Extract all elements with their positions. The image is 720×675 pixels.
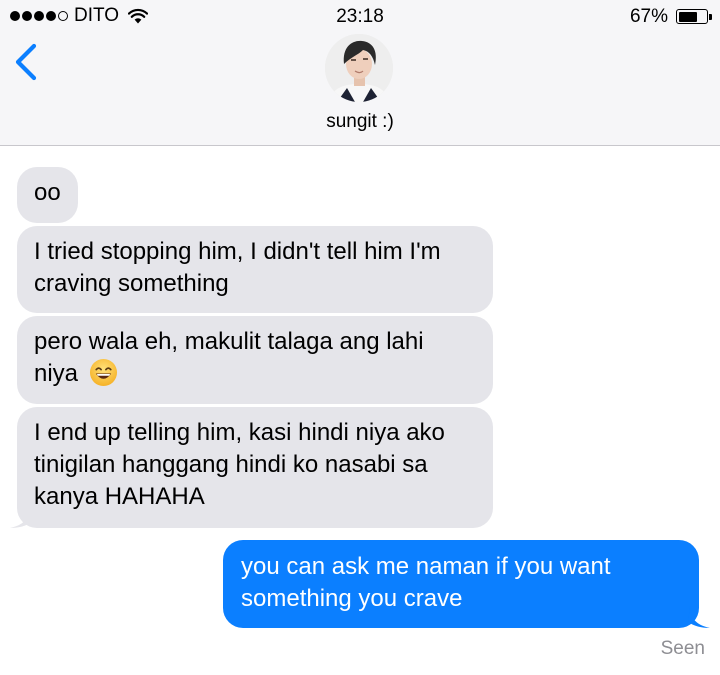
message-text-line: craving something <box>34 270 229 297</box>
read-receipt: Seen <box>660 638 705 659</box>
incoming-message-bubble[interactable]: I tried stopping him, I didn't tell him … <box>17 226 493 313</box>
contact-avatar[interactable] <box>325 34 393 102</box>
message-text: oo <box>34 179 61 206</box>
message-text-line: pero wala eh, makulit talaga ang lahi <box>34 328 424 355</box>
status-time: 23:18 <box>336 6 384 27</box>
message-text-line: you can ask me naman if you want <box>241 553 611 580</box>
chevron-left-icon <box>15 43 37 81</box>
status-bar: DITO 23:18 67% <box>0 0 720 34</box>
conversation-header: DITO 23:18 67% sungit:) <box>0 0 720 146</box>
message-text-line: niya <box>34 360 79 387</box>
message-text-line: I tried stopping him, I didn't tell him … <box>34 238 441 265</box>
message-text-line: kanya HAHAHA <box>34 483 205 510</box>
incoming-message-bubble[interactable]: I end up telling him, kasi hindi niya ak… <box>17 407 493 528</box>
outgoing-bubble-tail <box>688 606 710 628</box>
outgoing-message-bubble[interactable]: you can ask me naman if you want somethi… <box>223 540 699 628</box>
battery-cap <box>709 14 712 20</box>
message-text-line: tinigilan hanggang hindi ko nasabi sa <box>34 451 428 478</box>
contact-name[interactable]: sungit :) <box>0 111 720 133</box>
battery-icon <box>676 9 708 24</box>
incoming-message-bubble[interactable]: oo <box>17 167 78 223</box>
back-button[interactable] <box>10 40 44 84</box>
contact-photo-icon <box>325 34 393 102</box>
battery-percentage: 67% <box>629 6 668 27</box>
incoming-bubble-tail <box>10 506 32 528</box>
grinning-face-emoji-icon <box>89 358 117 387</box>
message-text-line: something you crave <box>241 585 463 612</box>
messages-screen: DITO 23:18 67% sungit:) oo I tried stop… <box>0 0 720 675</box>
battery-level-fill <box>678 11 697 22</box>
message-text-line: I end up telling him, kasi hindi niya ak… <box>34 419 445 446</box>
incoming-message-bubble[interactable]: pero wala eh, makulit talaga ang lahi ni… <box>17 316 493 404</box>
